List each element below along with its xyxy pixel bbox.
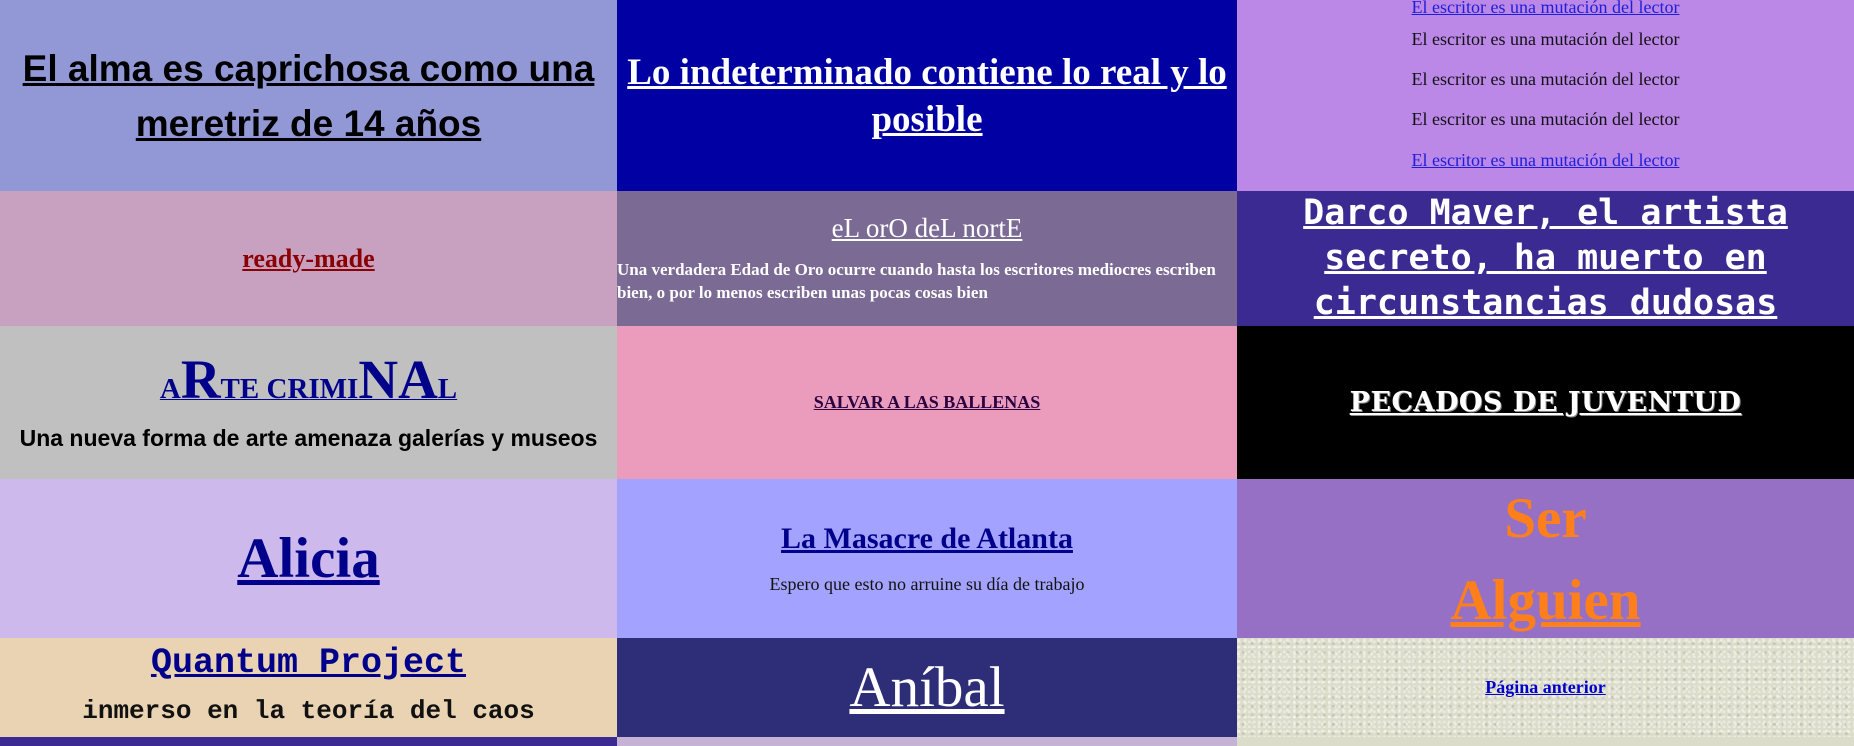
ballenas-link[interactable]: SALVAR A LAS BALLENAS: [814, 392, 1041, 413]
escritor-text-1: El escritor es una mutación del lector: [1411, 28, 1680, 49]
cell-arte-criminal: ARTE CRIMINAL Una nueva forma de arte am…: [0, 326, 617, 479]
cell-masacre: La Masacre de Atlanta Espero que esto no…: [617, 479, 1237, 638]
cell-anibal: Aníbal: [617, 638, 1237, 737]
masacre-atlanta-link[interactable]: La Masacre de Atlanta: [781, 522, 1073, 556]
pagina-anterior-link[interactable]: Página anterior: [1485, 677, 1605, 698]
cell-ser-alguien: Ser Alguien: [1237, 479, 1854, 638]
cell-pagina-anterior: Página anterior: [1237, 638, 1854, 737]
arte-criminal-description: Una nueva forma de arte amenaza galerías…: [19, 424, 598, 451]
quantum-description: inmerso en la teoría del caos: [82, 695, 535, 726]
ready-made-link[interactable]: ready-made: [242, 244, 374, 274]
grid-row-4: Alicia La Masacre de Atlanta Espero que …: [0, 479, 1854, 638]
grid-row-1: El alma es caprichosa como una meretriz …: [0, 0, 1854, 191]
cell-alma: El alma es caprichosa como una meretriz …: [0, 0, 617, 191]
cell-quantum: Quantum Project inmerso en la teoría del…: [0, 638, 617, 737]
cell-darco-maver: Darco Maver, el artista secreto, ha muer…: [1237, 191, 1854, 326]
cell-indeterminado: Lo indeterminado contiene lo real y lo p…: [617, 0, 1237, 191]
darco-maver-link[interactable]: Darco Maver, el artista secreto, ha muer…: [1237, 191, 1854, 326]
grid-row-2: ready-made eL orO deL nortE Una verdader…: [0, 191, 1854, 326]
alma-link[interactable]: El alma es caprichosa como una meretriz …: [0, 41, 617, 151]
pecados-de-juventud-link[interactable]: PECADOS DE JUVENTUD: [1350, 387, 1742, 418]
anibal-link[interactable]: Aníbal: [849, 655, 1004, 720]
masacre-description: Espero que esto no arruine su día de tra…: [769, 574, 1085, 594]
cell-ballenas: SALVAR A LAS BALLENAS: [617, 326, 1237, 479]
grid-row-3: ARTE CRIMINAL Una nueva forma de arte am…: [0, 326, 1854, 479]
escritor-link-top[interactable]: El escritor es una mutación del lector: [1412, 0, 1680, 17]
cell-partial-3: [1237, 737, 1854, 746]
cell-partial-1: [0, 737, 617, 746]
oro-del-norte-link[interactable]: eL orO deL nortE: [832, 213, 1023, 244]
cell-pecados: PECADOS DE JUVENTUD: [1237, 326, 1854, 479]
alguien-link[interactable]: Alguien: [1450, 561, 1640, 639]
grid-row-6-partial: [0, 737, 1854, 746]
escritor-text-3: El escritor es una mutación del lector: [1411, 109, 1680, 130]
oro-del-norte-description: Una verdadera Edad de Oro ocurre cuando …: [617, 260, 1216, 302]
arte-criminal-link[interactable]: ARTE CRIMINAL: [160, 351, 457, 422]
cell-ready-made: ready-made: [0, 191, 617, 326]
alicia-link[interactable]: Alicia: [237, 526, 379, 591]
ser-heading: Ser: [1504, 486, 1587, 550]
cell-escritor: El escritor es una mutación del lector E…: [1237, 0, 1854, 191]
cell-alicia: Alicia: [0, 479, 617, 638]
escritor-link-bottom[interactable]: El escritor es una mutación del lector: [1412, 150, 1680, 170]
cell-oro-del-norte: eL orO deL nortE Una verdadera Edad de O…: [617, 191, 1237, 326]
escritor-text-2: El escritor es una mutación del lector: [1411, 69, 1680, 90]
link-grid: El alma es caprichosa como una meretriz …: [0, 0, 1854, 746]
cell-partial-2: [617, 737, 1237, 746]
quantum-project-link[interactable]: Quantum Project: [151, 640, 466, 686]
grid-row-5: Quantum Project inmerso en la teoría del…: [0, 638, 1854, 737]
indeterminado-link[interactable]: Lo indeterminado contiene lo real y lo p…: [617, 49, 1237, 143]
